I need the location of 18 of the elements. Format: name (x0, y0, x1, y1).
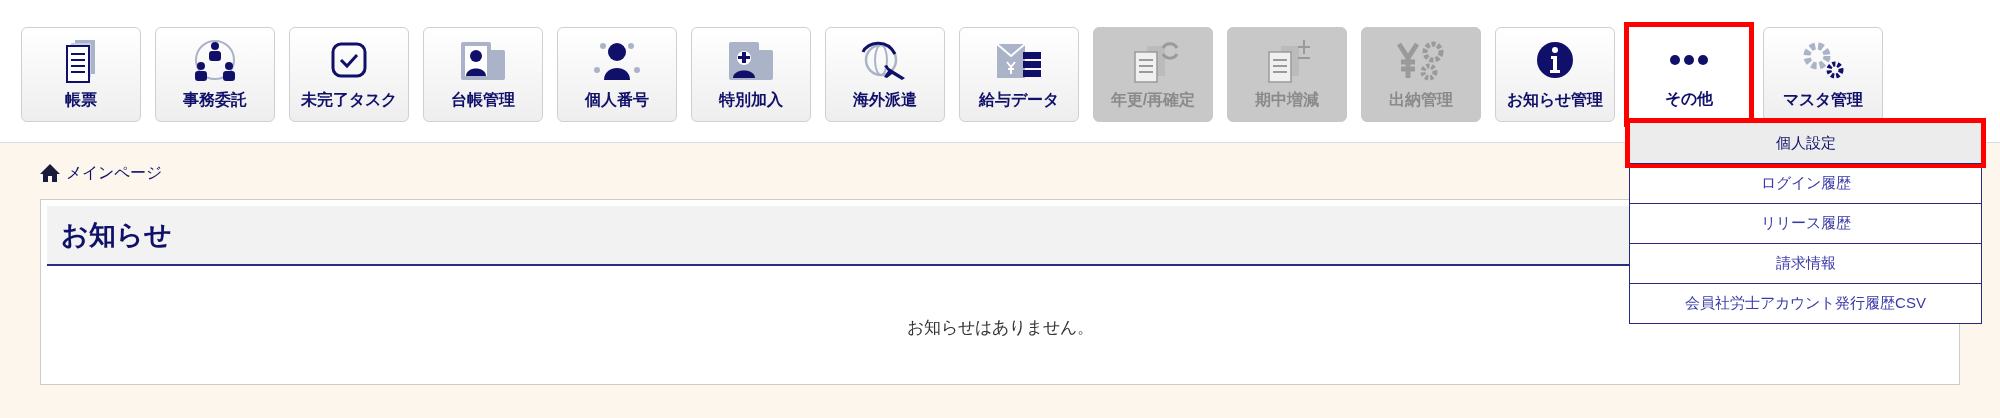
breadcrumb-link[interactable]: メインページ (66, 161, 162, 185)
dropdown-item[interactable]: リリース履歴 (1630, 203, 1981, 243)
dropdown-item[interactable]: 請求情報 (1630, 243, 1981, 283)
toolbar-button[interactable]: 給与データ (959, 27, 1079, 122)
more-icon (1670, 55, 1708, 65)
dropdown-item[interactable]: ログイン履歴 (1630, 163, 1981, 203)
toolbar-button[interactable]: 特別加入 (691, 27, 811, 122)
toolbar-button[interactable]: 帳票 (21, 27, 141, 122)
toolbar-button[interactable]: 事務委託 (155, 27, 275, 122)
home-icon (40, 163, 60, 183)
toolbar-button[interactable]: 台帳管理 (423, 27, 543, 122)
toolbar-button[interactable]: 海外派遣 (825, 27, 945, 122)
toolbar-button[interactable]: 個人番号 (557, 27, 677, 122)
toolbar-button[interactable]: お知らせ管理 (1495, 27, 1615, 122)
empty-message: お知らせはありません。 (906, 317, 1094, 340)
toolbar-button[interactable]: 未完了タスク (289, 27, 409, 122)
dropdown-item[interactable]: 会員社労士アカウント発行履歴CSV (1630, 283, 1981, 323)
panel-title: お知らせ (61, 218, 172, 252)
